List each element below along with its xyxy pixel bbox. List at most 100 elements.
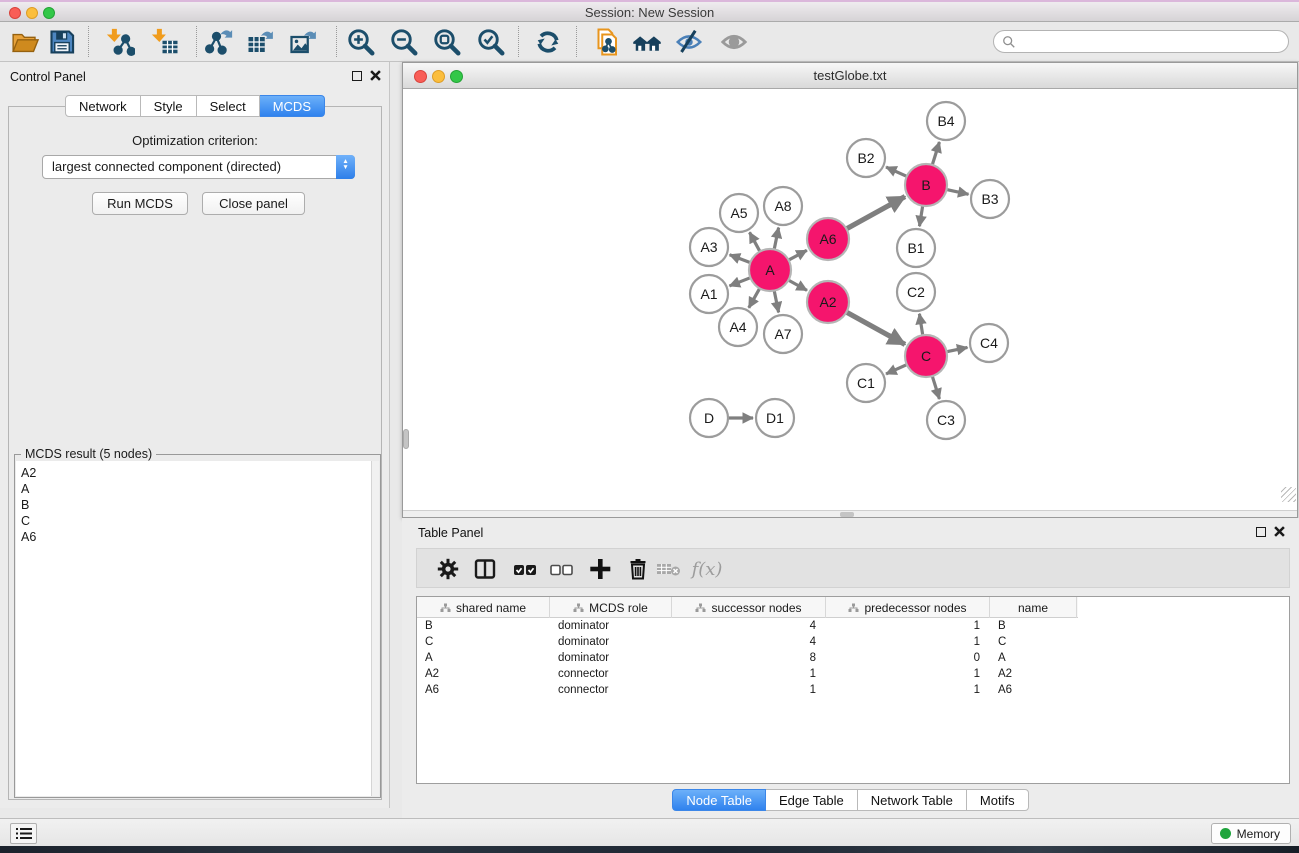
edge-A2-C[interactable]	[846, 312, 905, 345]
tab-network-table[interactable]: Network Table	[858, 789, 967, 811]
tab-network[interactable]: Network	[65, 95, 141, 117]
export-image-button[interactable]	[286, 25, 322, 59]
edge-A6-B[interactable]	[846, 197, 905, 230]
table-cell[interactable]: 1	[826, 634, 990, 650]
search-input[interactable]	[1016, 35, 1288, 49]
edge-A-A3[interactable]	[730, 255, 752, 263]
table-cell[interactable]: A6	[990, 682, 1077, 698]
result-item[interactable]: A2	[21, 465, 379, 481]
result-item[interactable]: A6	[21, 529, 379, 545]
column-header-predecessor-nodes[interactable]: predecessor nodes	[826, 597, 990, 618]
edge-B-B1[interactable]	[919, 205, 922, 227]
network-graph[interactable]: B4B2BB3A5A8A6A3B1AA1C2A2A4A7C4CC1C3DD1	[403, 89, 1297, 510]
node-table[interactable]: shared nameMCDS rolesuccessor nodesprede…	[416, 596, 1290, 784]
table-cell[interactable]: 1	[672, 666, 826, 682]
table-cell[interactable]: dominator	[550, 634, 672, 650]
tab-mcds[interactable]: MCDS	[260, 95, 325, 117]
table-cell[interactable]: 1	[672, 682, 826, 698]
table-cell[interactable]: 1	[826, 618, 990, 634]
tab-motifs[interactable]: Motifs	[967, 789, 1029, 811]
save-session-button[interactable]	[44, 25, 80, 59]
float-panel-icon[interactable]	[352, 71, 362, 81]
hide-selected-button[interactable]	[671, 25, 707, 59]
delete-button[interactable]	[621, 552, 655, 586]
table-cell[interactable]: A	[417, 650, 550, 666]
column-header-MCDS-role[interactable]: MCDS role	[550, 597, 672, 618]
delete-table-button[interactable]	[652, 552, 686, 586]
edge-B-B2[interactable]	[886, 167, 908, 177]
table-cell[interactable]: C	[990, 634, 1077, 650]
add-button[interactable]	[583, 552, 617, 586]
network-window-titlebar[interactable]: testGlobe.txt	[403, 63, 1297, 89]
zoom-in-button[interactable]	[343, 25, 379, 59]
edge-A-A5[interactable]	[750, 232, 761, 252]
table-cell[interactable]: 0	[826, 650, 990, 666]
result-item[interactable]: A	[21, 481, 379, 497]
tab-select[interactable]: Select	[197, 95, 260, 117]
table-cell[interactable]: A2	[417, 666, 550, 682]
table-cell[interactable]: 8	[672, 650, 826, 666]
table-cell[interactable]: A2	[990, 666, 1077, 682]
table-row[interactable]: Cdominator41C	[417, 634, 1289, 650]
edge-A-A2[interactable]	[788, 280, 807, 291]
table-cell[interactable]: C	[417, 634, 550, 650]
close-table-panel-icon[interactable]	[1274, 526, 1285, 537]
edge-A-A4[interactable]	[749, 287, 760, 307]
edge-B-B3[interactable]	[946, 189, 969, 194]
mcds-result-list[interactable]: A2ABCA6	[16, 461, 379, 796]
table-cell[interactable]: dominator	[550, 618, 672, 634]
result-list-scrollbar[interactable]	[371, 461, 379, 796]
table-cell[interactable]: B	[990, 618, 1077, 634]
gear-button[interactable]	[431, 552, 465, 586]
deselect-all-button[interactable]	[544, 552, 578, 586]
hscroll-thumb[interactable]	[840, 512, 854, 517]
edge-C-C1[interactable]	[886, 364, 908, 374]
table-cell[interactable]: 1	[826, 682, 990, 698]
column-header-successor-nodes[interactable]: successor nodes	[672, 597, 826, 618]
run-mcds-button[interactable]: Run MCDS	[92, 192, 188, 215]
table-cell[interactable]: connector	[550, 682, 672, 698]
optimization-criterion-dropdown[interactable]: largest connected component (directed) ▲…	[42, 155, 355, 179]
table-cell[interactable]: 4	[672, 618, 826, 634]
close-panel-button[interactable]: Close panel	[202, 192, 305, 215]
zoom-out-button[interactable]	[386, 25, 422, 59]
table-cell[interactable]: 1	[826, 666, 990, 682]
float-table-panel-icon[interactable]	[1256, 527, 1266, 537]
export-network-button[interactable]	[201, 25, 237, 59]
column-layout-button[interactable]	[468, 552, 502, 586]
refresh-button[interactable]	[530, 25, 566, 59]
first-neighbors-button[interactable]	[629, 25, 665, 59]
table-cell[interactable]: dominator	[550, 650, 672, 666]
column-header-name[interactable]: name	[990, 597, 1077, 618]
network-canvas[interactable]: B4B2BB3A5A8A6A3B1AA1C2A2A4A7C4CC1C3DD1	[403, 89, 1297, 510]
open-session-button[interactable]	[7, 25, 43, 59]
table-cell[interactable]: 4	[672, 634, 826, 650]
show-all-button[interactable]	[716, 25, 752, 59]
table-row[interactable]: Bdominator41B	[417, 618, 1289, 634]
tab-style[interactable]: Style	[141, 95, 197, 117]
new-network-from-selection-button[interactable]	[588, 25, 624, 59]
table-row[interactable]: A6connector11A6	[417, 682, 1289, 698]
export-table-button[interactable]	[243, 25, 279, 59]
result-item[interactable]: B	[21, 497, 379, 513]
table-row[interactable]: A2connector11A2	[417, 666, 1289, 682]
column-header-shared-name[interactable]: shared name	[417, 597, 550, 618]
function-builder-button[interactable]: f(x)	[685, 552, 729, 586]
table-cell[interactable]: A6	[417, 682, 550, 698]
task-history-button[interactable]	[10, 823, 37, 844]
import-network-button[interactable]	[102, 25, 138, 59]
table-cell[interactable]: A	[990, 650, 1077, 666]
table-cell[interactable]: B	[417, 618, 550, 634]
network-vertical-scrollbar[interactable]	[403, 429, 409, 449]
zoom-selected-button[interactable]	[473, 25, 509, 59]
network-horizontal-scrollbar[interactable]	[403, 510, 1297, 517]
window-resize-grip[interactable]	[1281, 487, 1296, 502]
tab-node-table[interactable]: Node Table	[672, 789, 766, 811]
edge-C-C3[interactable]	[932, 375, 939, 399]
zoom-fit-button[interactable]	[429, 25, 465, 59]
edge-A-A8[interactable]	[774, 228, 779, 251]
result-item[interactable]: C	[21, 513, 379, 529]
edge-C-C4[interactable]	[946, 347, 968, 352]
search-field[interactable]	[993, 30, 1289, 53]
tab-edge-table[interactable]: Edge Table	[766, 789, 858, 811]
